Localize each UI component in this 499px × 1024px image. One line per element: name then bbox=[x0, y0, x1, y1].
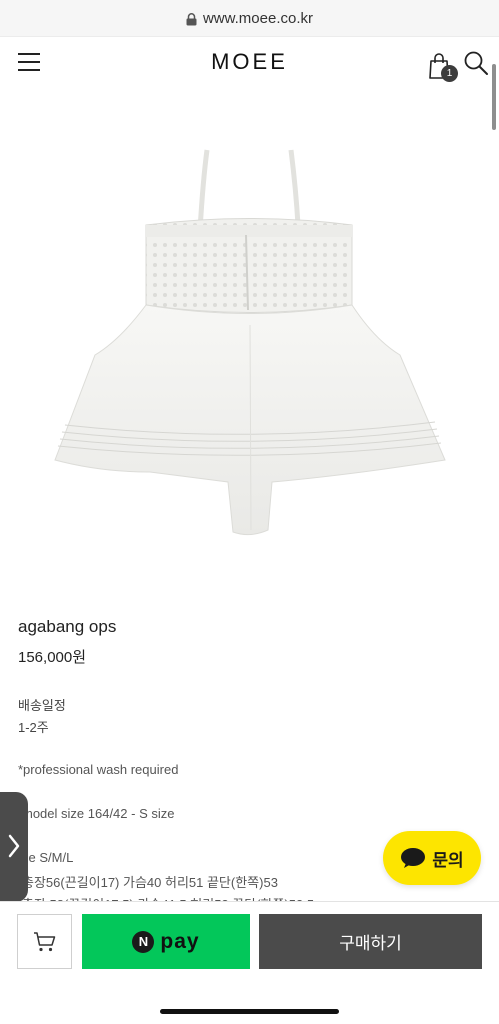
npay-label: pay bbox=[160, 929, 200, 953]
naver-pay-button[interactable]: N pay bbox=[82, 914, 250, 969]
shipping-value: 1-2주 bbox=[18, 720, 49, 735]
product-name: agabang ops bbox=[18, 617, 117, 636]
home-indicator bbox=[160, 1009, 339, 1014]
shipping-label: 배송일정 bbox=[18, 698, 66, 713]
purchase-bar: N pay 구매하기 bbox=[0, 901, 499, 987]
chat-bubble-icon bbox=[401, 848, 426, 868]
chevron-right-icon bbox=[8, 834, 20, 858]
description-line: *professional wash required bbox=[18, 762, 179, 777]
product-image[interactable] bbox=[0, 110, 499, 590]
description-line: ze S/M/L bbox=[22, 850, 74, 865]
site-header: MOEE 1 bbox=[0, 37, 499, 89]
lock-icon bbox=[186, 12, 197, 26]
site-logo[interactable]: MOEE bbox=[0, 49, 499, 75]
url-text: www.moee.co.kr bbox=[202, 9, 314, 27]
side-panel-toggle[interactable] bbox=[0, 792, 28, 902]
buy-button[interactable]: 구매하기 bbox=[259, 914, 482, 969]
chat-label: 문의 bbox=[432, 850, 464, 870]
description-line: 총장56(끈길이17) 가슴40 허리51 끝단(한쪽)53 bbox=[22, 875, 278, 890]
chat-inquiry-button[interactable]: 문의 bbox=[383, 831, 481, 885]
add-to-cart-button[interactable] bbox=[17, 914, 72, 969]
cart-count-badge: 1 bbox=[441, 65, 458, 82]
naver-n-icon: N bbox=[132, 930, 155, 953]
search-icon[interactable] bbox=[463, 50, 489, 76]
description-line: model size 164/42 - S size bbox=[22, 806, 175, 821]
product-price: 156,000원 bbox=[18, 649, 87, 666]
url-bar[interactable]: www.moee.co.kr bbox=[0, 0, 499, 37]
cart-icon bbox=[33, 931, 55, 951]
